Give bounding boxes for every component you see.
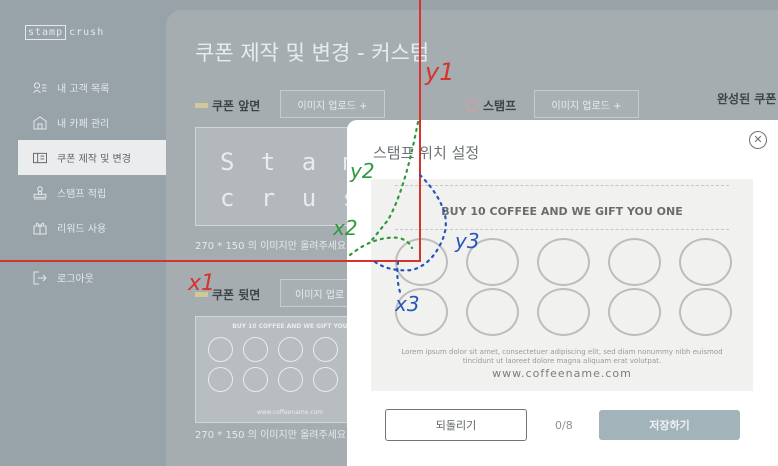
sidebar: stamp crush 내 고객 목록 내 카페 관리 쿠폰 제작 및 변경 스… xyxy=(0,0,184,466)
mini-stamp-slot xyxy=(243,337,268,362)
stamp-label-text: 스탬프 xyxy=(483,99,517,113)
customer-list-icon xyxy=(33,81,47,95)
back-upload-button[interactable]: 이미지 업로 xyxy=(280,279,350,307)
sidebar-nav: 내 고객 목록 내 카페 관리 쿠폰 제작 및 변경 스탬프 적립 리워드 사용 xyxy=(0,70,184,295)
front-label-text: 쿠폰 앞면 xyxy=(212,99,261,113)
sidebar-item-reward[interactable]: 리워드 사용 xyxy=(0,210,170,245)
gift-icon xyxy=(33,221,47,235)
stamp-icon xyxy=(33,185,47,200)
stamp-slot[interactable] xyxy=(608,238,661,286)
close-icon[interactable]: ✕ xyxy=(749,131,767,149)
stamp-slot[interactable] xyxy=(537,288,590,336)
stamp-slot[interactable] xyxy=(537,238,590,286)
section-marker-icon xyxy=(195,103,208,108)
coupon-mid-rule xyxy=(395,229,729,230)
reset-button[interactable]: 되돌리기 xyxy=(385,409,527,441)
sidebar-item-label: 쿠폰 제작 및 변경 xyxy=(57,154,131,165)
back-label-text: 쿠폰 뒷면 xyxy=(212,288,261,302)
sidebar-item-label: 리워드 사용 xyxy=(57,224,107,235)
section-marker-icon xyxy=(195,292,208,297)
stamp-slot[interactable] xyxy=(395,288,448,336)
sidebar-item-label: 로그아웃 xyxy=(57,274,94,285)
back-hint: 270 * 150 의 이미지만 올려주세요 xyxy=(195,430,347,441)
coupon-url: www.coffeename.com xyxy=(492,367,632,380)
sidebar-item-cafe[interactable]: 내 카페 관리 xyxy=(0,105,170,140)
page-title: 쿠폰 제작 및 변경 - 커스텀 xyxy=(195,41,430,65)
back-section-label: 쿠폰 뒷면 xyxy=(195,286,260,303)
stamp-circle-icon xyxy=(466,99,478,112)
stamp-slot[interactable] xyxy=(679,288,732,336)
front-upload-button[interactable]: 이미지 업로드 + xyxy=(280,90,385,118)
coupon-top-rule xyxy=(395,185,729,186)
logo[interactable]: stamp crush xyxy=(25,25,104,40)
stamp-counter: 0/8 xyxy=(555,419,573,432)
stamp-position-modal: 스탬프 위치 설정 ✕ BUY 10 COFFEE AND WE GIFT YO… xyxy=(347,120,778,466)
modal-title: 스탬프 위치 설정 xyxy=(373,144,480,162)
stamp-slot[interactable] xyxy=(608,288,661,336)
logo-text: crush xyxy=(69,27,105,38)
coupon-fine-print: Lorem ipsum dolor sit amet, consectetuer… xyxy=(401,348,723,365)
mini-stamp-slot xyxy=(278,337,303,362)
stamp-slot[interactable] xyxy=(466,238,519,286)
front-preview-line2: c r u s xyxy=(220,184,364,212)
stamp-slot[interactable] xyxy=(395,238,448,286)
front-section-label: 쿠폰 앞면 xyxy=(195,97,260,114)
coupon-headline: BUY 10 COFFEE AND WE GIFT YOU ONE xyxy=(441,205,683,218)
mini-stamp-slot xyxy=(278,367,303,392)
mini-stamp-slot xyxy=(208,337,233,362)
mini-stamp-slot xyxy=(313,337,338,362)
stamp-section-label: 스탬프 xyxy=(466,97,516,114)
front-preview-line1: S t a m xyxy=(220,148,364,176)
front-hint: 270 * 150 의 이미지만 올려주세요 xyxy=(195,241,347,252)
stamp-slot[interactable] xyxy=(466,288,519,336)
sidebar-item-coupon[interactable]: 쿠폰 제작 및 변경 xyxy=(18,140,184,175)
sidebar-item-customers[interactable]: 내 고객 목록 xyxy=(0,70,170,105)
sidebar-item-label: 내 고객 목록 xyxy=(57,84,110,95)
stamp-upload-button[interactable]: 이미지 업로드 + xyxy=(534,90,639,118)
mini-stamp-slot xyxy=(208,367,233,392)
coupon-canvas[interactable]: BUY 10 COFFEE AND WE GIFT YOU ONE Lorem … xyxy=(371,179,753,391)
logout-icon xyxy=(33,271,47,285)
mini-stamp-slot xyxy=(243,367,268,392)
save-button[interactable]: 저장하기 xyxy=(599,410,740,440)
sidebar-item-label: 스탬프 적립 xyxy=(57,189,107,200)
logo-boxed-text: stamp xyxy=(25,25,67,40)
sidebar-item-stamp[interactable]: 스탬프 적립 xyxy=(0,175,170,210)
mini-stamp-slot xyxy=(313,367,338,392)
stamp-slot[interactable] xyxy=(679,238,732,286)
sidebar-item-logout[interactable]: 로그아웃 xyxy=(0,260,170,295)
sidebar-item-label: 내 카페 관리 xyxy=(57,119,110,130)
completed-coupon-label: 완성된 쿠폰 xyxy=(717,92,777,106)
coupon-icon xyxy=(33,151,47,165)
cafe-icon xyxy=(33,115,47,130)
